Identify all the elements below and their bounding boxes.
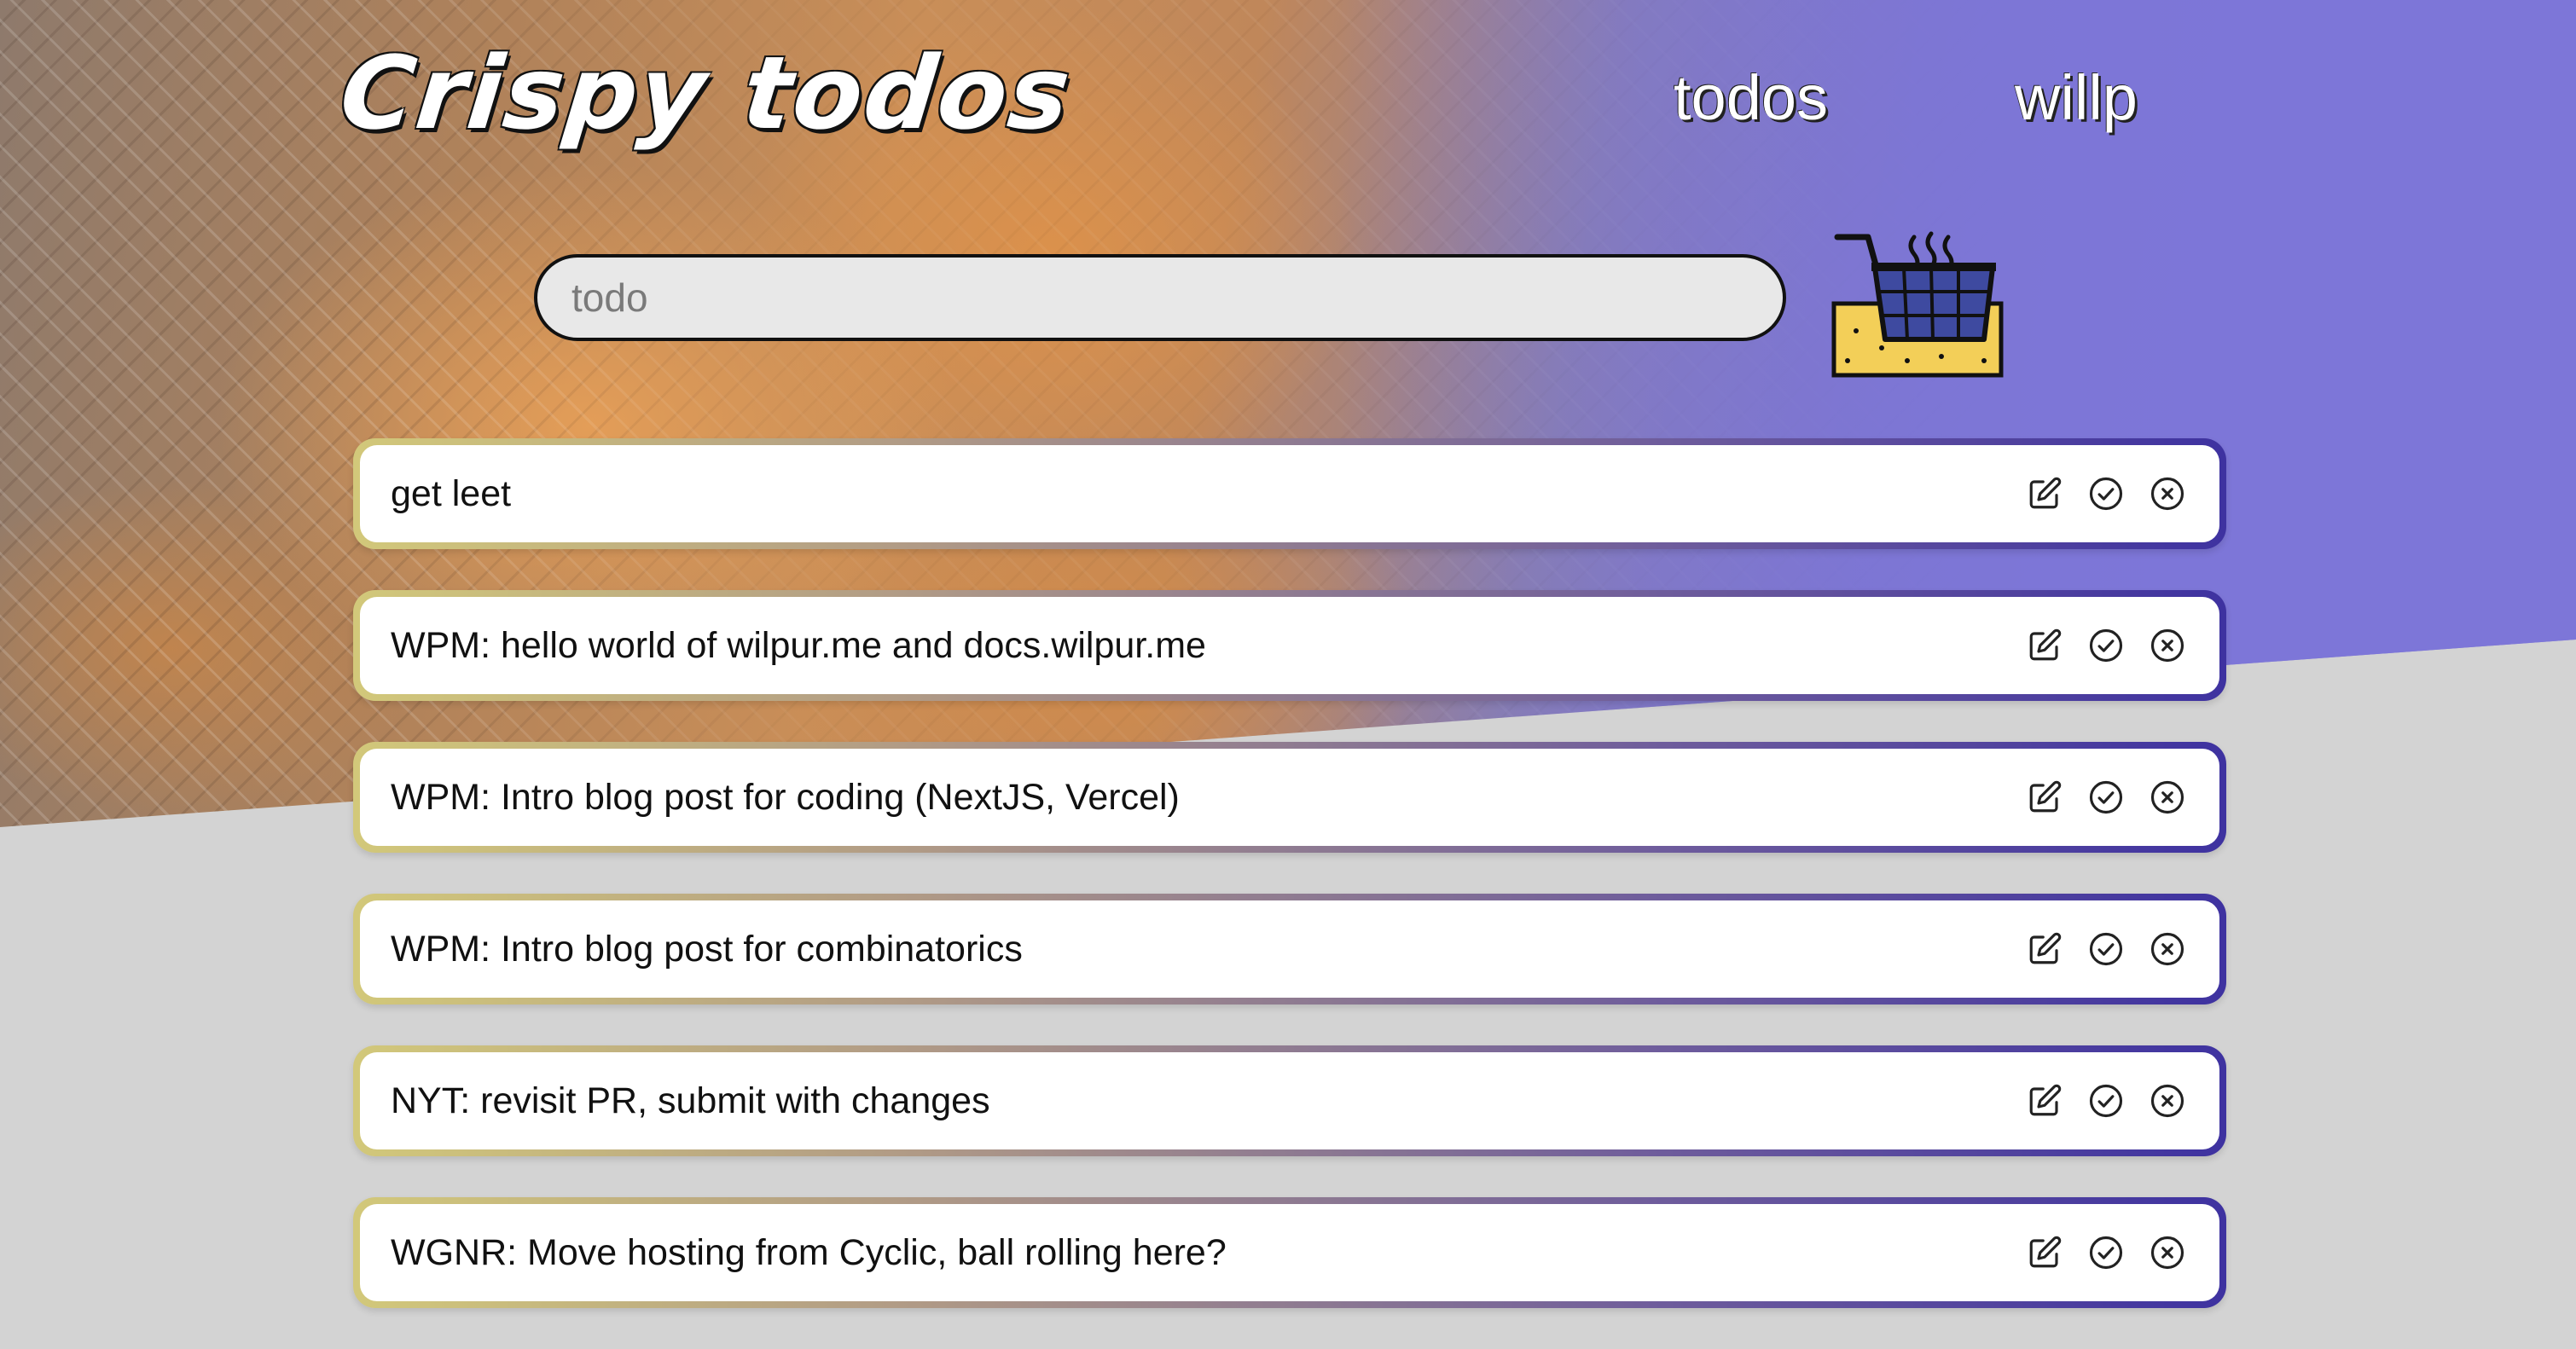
todo-item-body: WGNR: Move hosting from Cyclic, ball rol… xyxy=(360,1204,2219,1301)
todo-text: NYT: revisit PR, submit with changes xyxy=(391,1080,990,1121)
todo-item-body: get leet xyxy=(360,445,2219,542)
app-title: Crispy todos xyxy=(334,34,1077,152)
todo-actions xyxy=(2023,472,2189,515)
todo-list: get leet WPM: hello world of wilpur.me a… xyxy=(353,438,2226,1349)
close-circle-icon[interactable] xyxy=(2146,472,2189,515)
nav-user-label: willp xyxy=(2015,62,2138,133)
edit-icon[interactable] xyxy=(2023,472,2066,515)
todo-item-body: WPM: Intro blog post for combinatorics xyxy=(360,900,2219,998)
todo-actions xyxy=(2023,624,2189,667)
nav-todos-label: todos xyxy=(1674,62,1829,133)
edit-icon[interactable] xyxy=(2023,776,2066,819)
check-circle-icon[interactable] xyxy=(2085,928,2127,970)
todo-item-body: WPM: Intro blog post for coding (NextJS,… xyxy=(360,749,2219,846)
todo-text: WPM: Intro blog post for combinatorics xyxy=(391,928,1023,970)
check-circle-icon[interactable] xyxy=(2085,1080,2127,1122)
new-todo-input[interactable] xyxy=(534,254,1786,341)
edit-icon[interactable] xyxy=(2023,624,2066,667)
nav-user-link[interactable]: willp xyxy=(2015,51,2141,142)
close-circle-icon[interactable] xyxy=(2146,928,2189,970)
todo-actions xyxy=(2023,1080,2189,1122)
edit-icon[interactable] xyxy=(2023,1231,2066,1274)
todo-text: WPM: hello world of wilpur.me and docs.w… xyxy=(391,624,1206,666)
close-circle-icon[interactable] xyxy=(2146,1231,2189,1274)
todo-item: WPM: hello world of wilpur.me and docs.w… xyxy=(353,590,2226,701)
todo-item: get leet xyxy=(353,438,2226,549)
todo-text: get leet xyxy=(391,472,512,514)
todo-actions xyxy=(2023,1231,2189,1274)
check-circle-icon[interactable] xyxy=(2085,776,2127,819)
todo-item: WPM: Intro blog post for combinatorics xyxy=(353,894,2226,1005)
close-circle-icon[interactable] xyxy=(2146,776,2189,819)
todo-text: WGNR: Move hosting from Cyclic, ball rol… xyxy=(391,1231,1227,1273)
edit-icon[interactable] xyxy=(2023,928,2066,970)
todo-item: WPM: Intro blog post for coding (NextJS,… xyxy=(353,742,2226,853)
todo-item-body: NYT: revisit PR, submit with changes xyxy=(360,1052,2219,1149)
todo-item-body: WPM: hello world of wilpur.me and docs.w… xyxy=(360,597,2219,694)
check-circle-icon[interactable] xyxy=(2085,1231,2127,1274)
close-circle-icon[interactable] xyxy=(2146,1080,2189,1122)
add-todo-button[interactable] xyxy=(1830,220,2005,379)
close-circle-icon[interactable] xyxy=(2146,624,2189,667)
todo-item: NYT: revisit PR, submit with changes xyxy=(353,1045,2226,1156)
todo-actions xyxy=(2023,776,2189,819)
nav-todos-link[interactable]: todos xyxy=(1674,51,1829,142)
todo-actions xyxy=(2023,928,2189,970)
check-circle-icon[interactable] xyxy=(2085,472,2127,515)
fryer-basket-icon xyxy=(1831,231,2004,378)
check-circle-icon[interactable] xyxy=(2085,624,2127,667)
edit-icon[interactable] xyxy=(2023,1080,2066,1122)
todo-text: WPM: Intro blog post for coding (NextJS,… xyxy=(391,776,1180,818)
todo-item: WGNR: Move hosting from Cyclic, ball rol… xyxy=(353,1197,2226,1308)
